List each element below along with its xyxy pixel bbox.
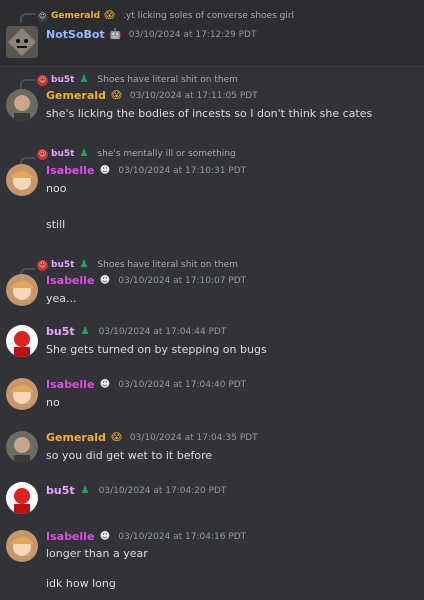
gemerald-avatar[interactable] bbox=[6, 431, 38, 463]
message-text: she's licking the bodies of incests so I… bbox=[46, 107, 373, 120]
bot-icon: 🤖 bbox=[108, 28, 122, 40]
timestamp: 03/10/2024 at 17:11:05 PDT bbox=[129, 90, 258, 101]
gemerald-avatar[interactable] bbox=[6, 89, 38, 121]
author-name[interactable]: Gemerald bbox=[46, 431, 106, 444]
trollface-icon: ☻ bbox=[99, 530, 111, 542]
reply-text: Shoes have literal shit on them bbox=[97, 75, 238, 85]
scream-emoji-icon: 😱 bbox=[111, 89, 122, 101]
bu5t-avatar[interactable] bbox=[6, 325, 38, 357]
message-text: noo bbox=[46, 182, 67, 195]
green-person-icon: ♟ bbox=[79, 259, 89, 270]
timestamp: 03/10/2024 at 17:10:07 PDT bbox=[118, 275, 247, 286]
message-text: idk how long bbox=[46, 577, 116, 590]
timestamp: 03/10/2024 at 17:10:31 PDT bbox=[118, 165, 247, 176]
reply-text: she's mentally ill or something bbox=[97, 149, 236, 159]
reply-avatar: ☺ bbox=[37, 259, 48, 271]
message-text: still bbox=[46, 218, 66, 231]
reply-author[interactable]: Gemerald bbox=[51, 11, 100, 21]
isabelle-avatar[interactable] bbox=[6, 378, 38, 410]
scream-emoji-icon: 😱 bbox=[111, 431, 122, 443]
reply-author[interactable]: bu5t bbox=[51, 149, 74, 159]
timestamp: 03/10/2024 at 17:04:20 PDT bbox=[98, 485, 227, 496]
reply-avatar: ☺ bbox=[37, 74, 48, 86]
reply-spine bbox=[20, 79, 35, 89]
message-text: longer than a year bbox=[46, 547, 148, 560]
reply-preview[interactable]: ☺ bu5t ♟ she's mentally ill or something bbox=[37, 147, 236, 161]
trollface-icon: ☻ bbox=[99, 164, 111, 176]
trollface-icon: ☻ bbox=[99, 378, 111, 390]
isabelle-avatar[interactable] bbox=[6, 274, 38, 306]
notsobot-avatar[interactable] bbox=[6, 26, 38, 58]
isabelle-avatar[interactable] bbox=[6, 530, 38, 562]
author-name[interactable]: bu5t bbox=[46, 484, 75, 497]
timestamp: 03/10/2024 at 17:04:40 PDT bbox=[118, 379, 247, 390]
reply-preview[interactable]: ☺ bu5t ♟ Shoes have literal shit on them bbox=[37, 258, 238, 272]
author-name[interactable]: Isabelle bbox=[46, 274, 94, 287]
trollface-icon: ☻ bbox=[99, 274, 111, 286]
green-person-icon: ♟ bbox=[80, 325, 90, 337]
timestamp: 03/10/2024 at 17:12:29 PDT bbox=[128, 29, 257, 40]
reply-author[interactable]: bu5t bbox=[51, 260, 74, 270]
reply-text: .yt licking soles of converse shoes girl bbox=[123, 11, 295, 21]
author-name[interactable]: Isabelle bbox=[46, 164, 94, 177]
reply-preview[interactable]: ☺ Gemerald 😱 .yt licking soles of conver… bbox=[37, 9, 294, 23]
author-name[interactable]: bu5t bbox=[46, 325, 75, 338]
message-text: She gets turned on by stepping on bugs bbox=[46, 343, 267, 356]
reply-avatar: ☺ bbox=[37, 10, 48, 22]
message-text: so you did get wet to it before bbox=[46, 449, 213, 462]
isabelle-avatar[interactable] bbox=[6, 164, 38, 196]
reply-author[interactable]: bu5t bbox=[51, 75, 74, 85]
green-person-icon: ♟ bbox=[80, 484, 90, 496]
author-name[interactable]: Isabelle bbox=[46, 530, 94, 543]
reply-text: Shoes have literal shit on them bbox=[97, 260, 238, 270]
author-name[interactable]: NotSoBot bbox=[46, 28, 105, 41]
green-person-icon: ♟ bbox=[79, 74, 89, 85]
reply-avatar: ☺ bbox=[37, 148, 48, 160]
reply-preview[interactable]: ☺ bu5t ♟ Shoes have literal shit on them bbox=[37, 73, 238, 87]
message-text: yea... bbox=[46, 292, 77, 305]
author-name[interactable]: Isabelle bbox=[46, 378, 94, 391]
divider bbox=[0, 66, 424, 67]
author-name[interactable]: Gemerald bbox=[46, 89, 106, 102]
scream-emoji-icon: 😱 bbox=[104, 10, 115, 21]
timestamp: 03/10/2024 at 17:04:44 PDT bbox=[98, 326, 227, 337]
message-text: no bbox=[46, 396, 60, 409]
timestamp: 03/10/2024 at 17:04:35 PDT bbox=[129, 432, 258, 443]
green-person-icon: ♟ bbox=[79, 148, 89, 159]
timestamp: 03/10/2024 at 17:04:16 PDT bbox=[118, 531, 247, 542]
reply-spine bbox=[20, 13, 35, 23]
bu5t-avatar[interactable] bbox=[6, 482, 38, 514]
